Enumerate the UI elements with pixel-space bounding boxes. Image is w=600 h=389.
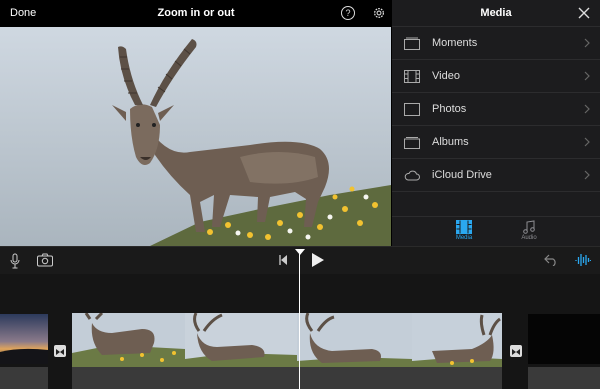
audio-waveform-icon[interactable] [575, 252, 591, 268]
cloud-icon [404, 170, 420, 181]
preview-image [0, 27, 391, 246]
close-icon[interactable] [578, 7, 590, 19]
tab-audio[interactable]: Audio [504, 220, 554, 241]
media-item-label: Albums [432, 136, 469, 148]
help-button[interactable]: ? [341, 6, 355, 20]
chevron-right-icon [584, 137, 590, 147]
media-item-photos[interactable]: Photos [392, 93, 600, 126]
media-item-label: Moments [432, 37, 478, 49]
clip-audio-strip [0, 367, 48, 389]
clip-audio-strip [72, 367, 502, 389]
play-icon[interactable] [312, 253, 324, 267]
timeline-clip-sunset[interactable] [0, 314, 48, 364]
photo-icon [404, 103, 420, 116]
undo-icon[interactable] [544, 254, 558, 266]
settings-gear-icon[interactable] [372, 6, 386, 20]
media-item-video[interactable]: Video [392, 60, 600, 93]
media-tab-icon [456, 220, 472, 234]
music-note-icon [523, 220, 535, 234]
media-header: Media [392, 0, 600, 27]
tab-media[interactable]: Media [439, 220, 489, 241]
project-title: Zoom in or out [157, 7, 235, 19]
chevron-right-icon [584, 38, 590, 48]
clip-audio-strip [528, 367, 600, 389]
chevron-right-icon [584, 170, 590, 180]
camera-icon[interactable] [37, 253, 53, 267]
tab-media-label: Media [455, 235, 473, 241]
media-item-icloud-drive[interactable]: iCloud Drive [392, 159, 600, 192]
top-bar: Done Zoom in or out ? [0, 0, 392, 27]
media-item-label: Video [432, 70, 460, 82]
media-item-albums[interactable]: Albums [392, 126, 600, 159]
albums-icon [404, 137, 420, 149]
media-title: Media [480, 7, 512, 19]
microphone-icon[interactable] [10, 253, 20, 269]
clip-thumbnail [0, 314, 48, 364]
timeline-clip-ibex[interactable] [72, 313, 502, 367]
media-item-label: Photos [432, 103, 467, 115]
timeline[interactable] [0, 274, 600, 389]
film-icon [404, 70, 420, 83]
timeline-clip-dark[interactable] [528, 314, 600, 364]
tab-audio-label: Audio [521, 235, 537, 241]
video-preview[interactable] [0, 27, 391, 246]
transition-button[interactable] [54, 345, 66, 357]
transition-icon [512, 349, 520, 355]
clip-filmstrip [72, 313, 502, 367]
chevron-right-icon [584, 104, 590, 114]
media-panel: Media Moments Video Photos Albums iCloud… [392, 0, 600, 246]
media-tab-bar: Media Audio [392, 216, 600, 246]
chevron-right-icon [584, 71, 590, 81]
skip-to-start-icon[interactable] [279, 255, 287, 265]
media-item-label: iCloud Drive [432, 169, 492, 181]
transition-button[interactable] [510, 345, 522, 357]
transition-icon [56, 349, 64, 355]
playhead-marker[interactable] [295, 249, 305, 255]
moments-icon [404, 37, 420, 50]
media-item-moments[interactable]: Moments [392, 27, 600, 60]
playhead[interactable] [299, 254, 300, 389]
